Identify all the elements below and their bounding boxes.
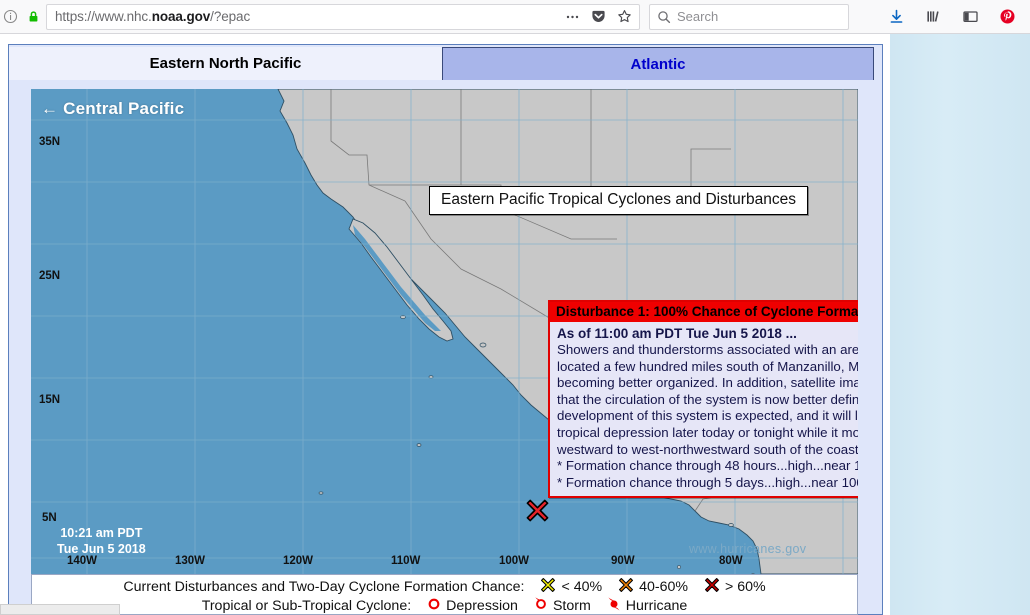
legend-label-storm: Storm	[552, 597, 591, 614]
legend-label-hurricane: Hurricane	[625, 597, 688, 614]
browser-chrome: https://www.nhc.noaa.gov/?epac Search	[0, 0, 1030, 34]
disturbance-line: located a few hundred miles south of Man…	[557, 358, 858, 374]
legend-item-below-40: < 40%	[540, 577, 602, 597]
page-bottom-left-strip	[0, 604, 120, 615]
url-prefix: https://www.nhc.	[55, 9, 152, 24]
tab-atlantic[interactable]: Atlantic	[442, 47, 874, 80]
map-title-callout: Eastern Pacific Tropical Cyclones and Di…	[429, 186, 808, 215]
storm-spiral-icon	[534, 596, 548, 615]
legend-item-40-60: 40-60%	[618, 577, 688, 597]
pocket-icon[interactable]	[590, 8, 607, 25]
map-timestamp-time: 10:21 am PDT	[60, 526, 143, 540]
disturbance-1-body: Showers and thunderstorms associated wit…	[550, 342, 858, 496]
legend-item-storm: Storm	[534, 596, 591, 615]
x-marker-red-icon	[704, 577, 720, 597]
toolbar-right-icons	[888, 8, 1030, 25]
search-input-placeholder: Search	[677, 9, 719, 24]
lock-icon[interactable]	[25, 8, 42, 25]
bookmark-star-icon[interactable]	[616, 8, 633, 25]
basin-tab-strip: Eastern North Pacific Atlantic	[9, 45, 882, 80]
search-icon	[657, 10, 671, 24]
legend-row2-label: Tropical or Sub-Tropical Cyclone:	[201, 597, 412, 614]
sidebar-icon[interactable]	[962, 8, 979, 25]
disturbance-1-header: Disturbance 1: 100% Chance of Cyclone Fo…	[550, 302, 858, 322]
page-actions-ellipsis-icon[interactable]	[564, 8, 581, 25]
legend-item-above-60: > 60%	[704, 577, 766, 597]
disturbance-line: development of this system is expected, …	[557, 408, 858, 424]
disturbance-line: that the circulation of the system is no…	[557, 391, 858, 407]
hurricane-spiral-icon	[607, 596, 621, 615]
x-marker-yellow-icon	[540, 577, 556, 597]
disturbance-1-as-of: As of 11:00 am PDT Tue Jun 5 2018 ...	[557, 326, 797, 341]
url-bar-right-icons	[564, 5, 633, 29]
legend-item-hurricane: Hurricane	[607, 596, 688, 615]
map-legend: Current Disturbances and Two-Day Cyclone…	[31, 574, 858, 615]
legend-label-40-60: 40-60%	[639, 578, 688, 595]
disturbance-line: * Formation chance through 48 hours...hi…	[557, 458, 858, 474]
disturbance-line: becoming better organized. In addition, …	[557, 375, 858, 391]
library-icon[interactable]	[925, 8, 942, 25]
disturbance-1-info-box[interactable]: Disturbance 1: 100% Chance of Cyclone Fo…	[548, 300, 858, 499]
url-bar[interactable]: https://www.nhc.noaa.gov/?epac	[46, 3, 640, 30]
central-pacific-back-link[interactable]: ← Central Pacific	[41, 99, 184, 119]
disturbance-line: tropical depression later today or tonig…	[557, 424, 858, 440]
legend-label-below-40: < 40%	[561, 578, 603, 595]
downloads-arrow-icon[interactable]	[888, 8, 905, 25]
map-timestamp: 10:21 am PDT Tue Jun 5 2018	[57, 525, 146, 557]
url-bar-left-icons	[0, 8, 42, 25]
page-info-icon[interactable]	[2, 8, 19, 25]
url-domain: noaa.gov	[151, 9, 211, 24]
legend-label-depression: Depression	[446, 597, 518, 614]
tropical-outlook-map[interactable]: ← Central Pacific 35N 25N 15N 5N 140W 13…	[31, 89, 858, 574]
map-watermark: www.hurricanes.gov	[689, 542, 807, 556]
disturbance-line: * Formation chance through 5 days...high…	[557, 474, 858, 490]
page-right-gradient-band	[890, 34, 1030, 615]
pinterest-icon[interactable]	[999, 8, 1016, 25]
map-timestamp-date: Tue Jun 5 2018	[57, 542, 146, 556]
search-bar[interactable]: Search	[649, 3, 849, 30]
legend-row1-label: Current Disturbances and Two-Day Cyclone…	[123, 578, 525, 595]
legend-label-above-60: > 60%	[725, 578, 766, 595]
url-text: https://www.nhc.noaa.gov/?epac	[47, 9, 250, 24]
disturbance-1-x-marker[interactable]	[525, 498, 550, 523]
disturbance-line: westward to west-northwestward south of …	[557, 441, 858, 457]
url-suffix: /?epac	[210, 9, 251, 24]
nhc-content-column: Eastern North Pacific Atlantic ← Central…	[8, 44, 883, 615]
legend-row-cyclone-types: Tropical or Sub-Tropical Cyclone: Depres…	[32, 596, 857, 615]
legend-row-disturbances: Current Disturbances and Two-Day Cyclone…	[32, 577, 857, 596]
disturbance-line: Showers and thunderstorms associated wit…	[557, 342, 858, 357]
legend-item-depression: Depression	[427, 597, 518, 615]
page-body: Eastern North Pacific Atlantic ← Central…	[0, 34, 1030, 615]
depression-circle-icon	[427, 597, 441, 615]
tab-eastern-north-pacific[interactable]: Eastern North Pacific	[9, 47, 442, 80]
x-marker-orange-icon	[618, 577, 634, 597]
